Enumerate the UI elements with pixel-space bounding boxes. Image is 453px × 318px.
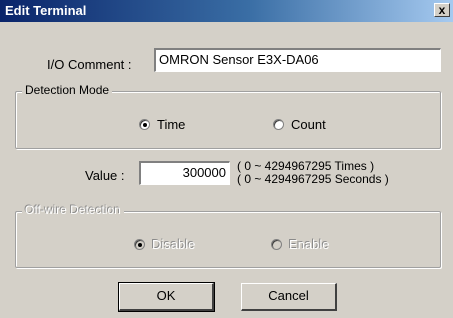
- range-seconds-text: ( 0 ~ 4294967295 Seconds ): [237, 172, 389, 186]
- radio-enable: Enable: [271, 237, 329, 252]
- radio-disable-indicator: [134, 239, 145, 250]
- value-input[interactable]: 300000: [139, 161, 230, 185]
- dialog-title: Edit Terminal: [5, 3, 87, 18]
- offwire-detection-legend: Off-wire Detection: [22, 203, 124, 217]
- close-icon[interactable]: x: [434, 3, 450, 17]
- edit-terminal-dialog: Edit Terminal x I/O Comment : OMRON Sens…: [0, 0, 453, 318]
- radio-disable-label: Disable: [152, 237, 196, 252]
- radio-enable-label: Enable: [289, 237, 330, 252]
- offwire-detection-group: Off-wire Detection: [15, 203, 441, 268]
- title-bar[interactable]: Edit Terminal x: [0, 0, 453, 22]
- ok-button[interactable]: OK: [118, 282, 215, 312]
- value-label: Value :: [85, 168, 125, 183]
- radio-count-indicator[interactable]: [273, 119, 284, 130]
- radio-count-label: Count: [291, 117, 326, 132]
- detection-mode-group: Detection Mode: [15, 83, 441, 149]
- radio-time-indicator[interactable]: [139, 119, 150, 130]
- io-comment-input[interactable]: OMRON Sensor E3X-DA06: [154, 48, 441, 72]
- radio-enable-indicator: [271, 239, 282, 250]
- radio-disable: Disable: [134, 237, 195, 252]
- cancel-button[interactable]: Cancel: [241, 283, 337, 311]
- detection-mode-legend: Detection Mode: [22, 83, 113, 97]
- radio-time-label: Time: [157, 117, 186, 132]
- radio-time[interactable]: Time: [139, 117, 185, 132]
- io-comment-label: I/O Comment :: [47, 57, 132, 72]
- radio-count[interactable]: Count: [273, 117, 326, 132]
